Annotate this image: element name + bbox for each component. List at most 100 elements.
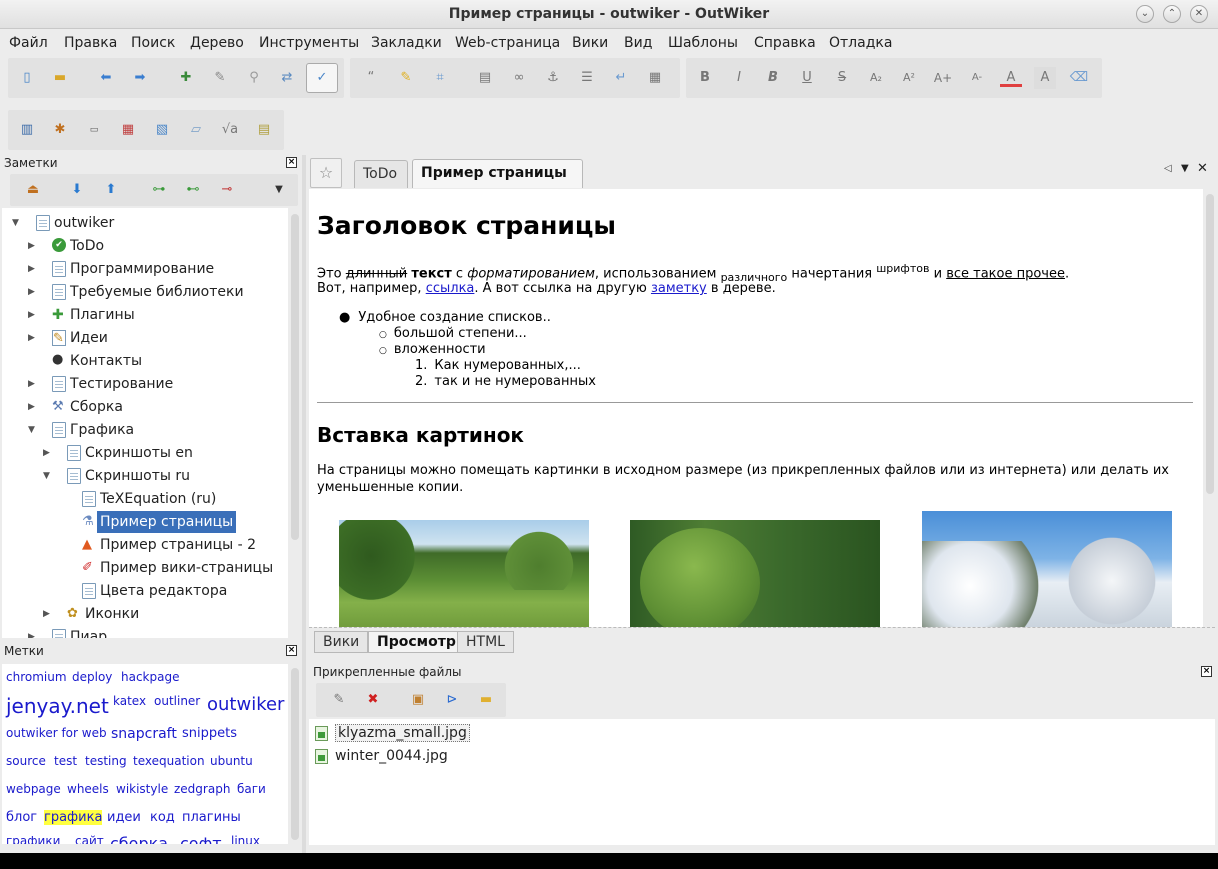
tag-link[interactable]: linux: [231, 834, 260, 844]
replace-icon[interactable]: ⇄: [276, 67, 298, 89]
italic-icon[interactable]: I: [728, 67, 750, 89]
go-up-page-icon[interactable]: ⏏: [22, 179, 44, 201]
attachments-close-icon[interactable]: ×: [1201, 666, 1212, 677]
add-child-icon[interactable]: ⊷: [182, 179, 204, 201]
expand-arrow-right-icon[interactable]: ▶: [28, 626, 38, 638]
text-color-icon[interactable]: A: [1000, 67, 1022, 87]
chevron-down-icon[interactable]: ▼: [268, 179, 290, 201]
tags-scrollbar[interactable]: [291, 668, 299, 840]
tree-item[interactable]: ▼ outwiker: [2, 212, 288, 234]
add-page-icon[interactable]: ✚: [175, 67, 197, 89]
forward-icon[interactable]: ➡: [129, 67, 151, 89]
expand-arrow-right-icon[interactable]: ▶: [28, 396, 38, 418]
attachment-item[interactable]: klyazma_small.jpg: [315, 722, 470, 744]
splitter[interactable]: [302, 155, 306, 853]
expand-arrow-right-icon[interactable]: ▶: [28, 373, 38, 395]
expand-arrow-down-icon[interactable]: ▼: [28, 419, 38, 441]
tree-scrollbar[interactable]: [291, 214, 299, 540]
tag-link[interactable]: блог: [6, 810, 37, 825]
bold-italic-icon[interactable]: B: [762, 67, 784, 89]
expand-arrow-right-icon[interactable]: ▶: [28, 327, 38, 349]
underline-icon[interactable]: U: [796, 67, 818, 89]
tab-todo[interactable]: ToDo: [354, 160, 408, 188]
attach-icon[interactable]: ✎: [209, 67, 231, 89]
tree-item[interactable]: ▶ Требуемые библиотеки: [2, 281, 288, 303]
tag-link[interactable]: testing: [85, 754, 127, 768]
menu-file[interactable]: Файл: [9, 35, 48, 51]
tags-panel-close-icon[interactable]: ×: [286, 645, 297, 656]
tag-link[interactable]: софт: [180, 834, 222, 844]
tag-link[interactable]: идеи: [107, 810, 141, 825]
tree-item[interactable]: ▶ ✚ Плагины: [2, 304, 288, 326]
calendar-icon[interactable]: ▦: [117, 119, 139, 141]
expand-arrow-right-icon[interactable]: ▶: [28, 281, 38, 303]
tree-item[interactable]: ▶ Пиар: [2, 626, 288, 638]
minimize-icon[interactable]: ⌄: [1136, 5, 1154, 23]
move-down-icon[interactable]: ⬇: [66, 179, 88, 201]
horizontal-line-icon[interactable]: ☰: [576, 67, 598, 89]
tag-link[interactable]: snapcraft: [111, 726, 177, 742]
anchor-icon[interactable]: ⚓: [542, 67, 564, 89]
superscript-icon[interactable]: A²: [898, 67, 920, 89]
chart-icon[interactable]: ▧: [151, 119, 173, 141]
code-icon[interactable]: ⌗: [429, 67, 451, 89]
page-link[interactable]: заметку: [651, 281, 707, 296]
tree-item[interactable]: ▼ Скриншоты ru: [2, 465, 288, 487]
tag-link[interactable]: ubuntu: [210, 754, 253, 768]
tag-link[interactable]: код: [150, 810, 175, 825]
delete-icon[interactable]: ✖: [362, 689, 384, 711]
tag-link[interactable]: chromium: [6, 670, 67, 684]
font-smaller-icon[interactable]: A-: [966, 67, 988, 89]
add-sibling-icon[interactable]: ⊶: [148, 179, 170, 201]
tag-link[interactable]: outwiker for web: [6, 726, 107, 740]
tag-link[interactable]: snippets: [182, 726, 237, 741]
page-style-icon[interactable]: ▱: [185, 119, 207, 141]
line-break-icon[interactable]: ↵: [610, 67, 632, 89]
tabs-scroll-left-icon[interactable]: ◁: [1164, 163, 1172, 174]
tag-link[interactable]: deploy: [72, 670, 112, 684]
clear-format-icon[interactable]: ⌫: [1068, 67, 1090, 89]
remove-page-icon[interactable]: ⊸: [216, 179, 238, 201]
tag-link[interactable]: hackpage: [121, 670, 179, 684]
snippets-icon[interactable]: ▤: [253, 119, 275, 141]
tag-link[interactable]: webpage: [6, 782, 61, 796]
expand-arrow-right-icon[interactable]: ▶: [43, 603, 53, 625]
tree-item[interactable]: ▶ ✎ Идеи: [2, 327, 288, 349]
tree-item[interactable]: ▲ Пример страницы - 2: [2, 534, 288, 556]
tab-wiki[interactable]: Вики: [314, 631, 369, 653]
menu-edit[interactable]: Правка: [64, 35, 117, 51]
subscript-icon[interactable]: A₂: [865, 67, 887, 89]
tree-item[interactable]: ⚗ Пример страницы: [2, 511, 288, 533]
menu-templates[interactable]: Шаблоны: [668, 35, 738, 51]
tag-link[interactable]: test: [54, 754, 77, 768]
tag-link[interactable]: wikistyle: [116, 782, 168, 796]
menu-tree[interactable]: Дерево: [190, 35, 244, 51]
search-icon[interactable]: ⚲: [243, 67, 265, 89]
menu-wiki[interactable]: Вики: [572, 35, 608, 51]
menu-debug[interactable]: Отладка: [829, 35, 892, 51]
tag-link[interactable]: katex: [113, 694, 146, 708]
link-icon[interactable]: ∞: [508, 67, 530, 89]
background-color-icon[interactable]: A: [1034, 67, 1056, 89]
tag-link[interactable]: wheels: [67, 782, 109, 796]
tag-link[interactable]: source: [6, 754, 46, 768]
open-folder-icon[interactable]: ▬: [49, 67, 71, 89]
html-icon[interactable]: ▭: [83, 119, 105, 141]
tag-link[interactable]: плагины: [182, 810, 241, 825]
bookmark-button[interactable]: ☆: [310, 158, 342, 188]
tabs-close-icon[interactable]: ✕: [1197, 161, 1208, 176]
spellcheck-icon[interactable]: ✓: [306, 63, 338, 93]
menu-bookmarks[interactable]: Закладки: [371, 35, 442, 51]
menu-search[interactable]: Поиск: [131, 35, 175, 51]
tag-link[interactable]: outwiker: [207, 694, 284, 715]
menu-view[interactable]: Вид: [624, 35, 652, 51]
back-icon[interactable]: ⬅: [95, 67, 117, 89]
execute-icon[interactable]: ⊳: [441, 689, 463, 711]
tag-link[interactable]: jenyay.net: [6, 694, 109, 718]
tree-item[interactable]: ▶ ✿ Иконки: [2, 603, 288, 625]
paste-icon[interactable]: ▣: [407, 689, 429, 711]
menu-tools[interactable]: Инструменты: [259, 35, 359, 51]
book-icon[interactable]: ▥: [16, 119, 38, 141]
template-icon[interactable]: ▤: [474, 67, 496, 89]
tag-link[interactable]: графики: [6, 834, 60, 844]
